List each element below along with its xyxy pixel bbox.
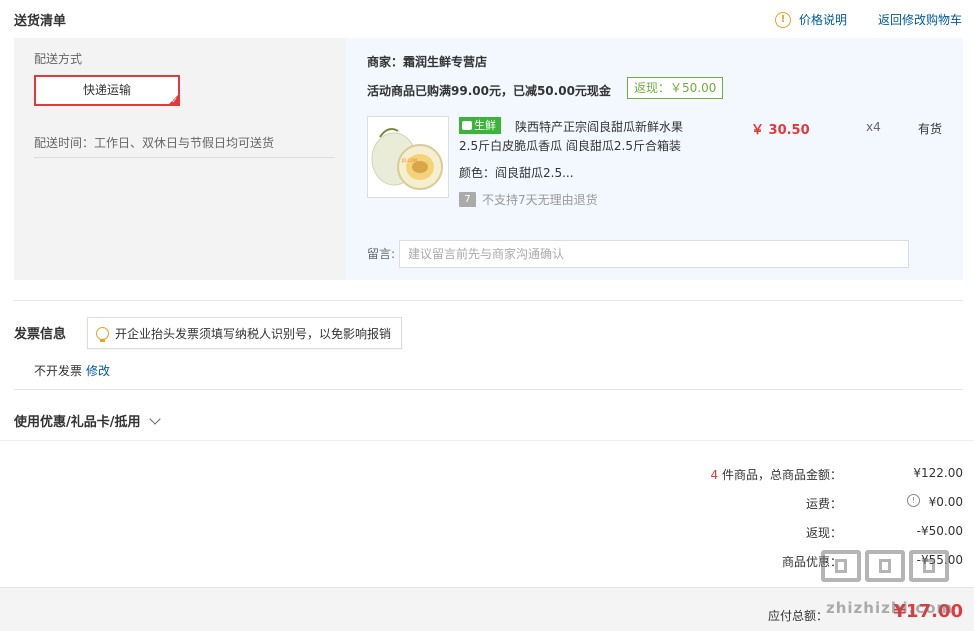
watermark-glyph	[909, 550, 949, 582]
product-name-line2[interactable]: 2.5斤白皮脆瓜香瓜 阎良甜瓜2.5斤合箱装	[459, 137, 681, 154]
shipping-panel: 配送方式 快递运输 ✓ 配送时间：工作日、双休日与节假日均可送货	[14, 38, 345, 280]
price-info-link[interactable]: ! 价格说明	[775, 11, 847, 28]
check-icon: ✓	[171, 96, 178, 105]
product-quantity: x4	[866, 120, 881, 134]
goods-total-label-text: 件商品，总商品金额：	[718, 468, 842, 482]
coupon-label: 使用优惠/礼品卡/抵用	[14, 415, 141, 430]
no-return-notice: 7 不支持7天无理由退货	[459, 191, 598, 208]
watermark-logo	[821, 550, 949, 582]
invoice-tip-text: 开企业抬头发票须填写纳税人识别号，以免影响报销	[115, 326, 392, 341]
promotion-text: 活动商品已购满99.00元，已减50.00元现金	[367, 84, 611, 98]
fresh-badge-label: 生鲜	[474, 119, 496, 132]
melon-image-icon: JD.COM	[368, 117, 448, 197]
info-icon[interactable]: !	[907, 494, 920, 507]
cashback-label: 返现：	[805, 526, 842, 540]
invoice-tip: 开企业抬头发票须填写纳税人识别号，以免影响报销	[87, 317, 403, 349]
chevron-down-icon	[148, 412, 161, 425]
goods-total-value: ¥122.00	[913, 466, 963, 480]
rebate-badge: 返现：￥50.00	[627, 77, 724, 99]
merchant-name: 商家：霜润生鲜专营店	[367, 55, 488, 69]
coupon-toggle[interactable]: 使用优惠/礼品卡/抵用	[14, 411, 161, 430]
fresh-badge: 生鲜	[459, 117, 501, 134]
no-return-icon: 7	[459, 192, 476, 207]
stock-status: 有货	[918, 122, 943, 136]
watermark-text: zhizhizhi.com	[826, 599, 954, 617]
shipping-method-label: 快递运输	[82, 83, 131, 97]
product-image[interactable]: JD.COM	[367, 116, 449, 198]
store-panel: 商家：霜润生鲜专营店 活动商品已购满99.00元，已减50.00元现金 返现：￥…	[345, 38, 963, 280]
payable-label: 应付总额：	[767, 609, 828, 623]
price-info-label: 价格说明	[799, 13, 848, 27]
product-color: 颜色：阎良甜瓜2.5...	[459, 166, 574, 180]
page-title: 送货清单	[14, 14, 67, 29]
delivery-time: 配送时间：工作日、双休日与节假日均可送货	[34, 136, 275, 150]
product-name-line1[interactable]: 陕西特产正宗阎良甜瓜新鲜水果	[515, 118, 683, 135]
shipping-fee-value: ¥0.00	[928, 495, 963, 509]
back-to-cart-link[interactable]: 返回修改购物车	[878, 11, 962, 28]
shipping-method-option[interactable]: 快递运输 ✓	[34, 75, 180, 106]
lightbulb-icon	[96, 326, 109, 342]
cashback-value: -¥50.00	[916, 524, 963, 538]
shipping-label: 配送方式	[34, 52, 83, 66]
note-input[interactable]	[399, 240, 909, 268]
invoice-edit-link[interactable]: 修改	[86, 362, 110, 379]
divider	[0, 440, 974, 441]
no-return-label: 不支持7天无理由退货	[482, 193, 598, 207]
invoice-title: 发票信息	[14, 327, 67, 342]
invoice-value: 不开发票	[34, 364, 83, 378]
svg-text:JD.COM: JD.COM	[401, 158, 417, 163]
product-price: ￥ 30.50	[751, 123, 810, 138]
goods-total-label: 4 件商品，总商品金额：	[711, 466, 842, 483]
note-label: 留言:	[367, 247, 396, 261]
divider	[34, 157, 335, 158]
fresh-icon	[462, 121, 472, 130]
watermark-glyph	[865, 550, 905, 582]
divider	[14, 389, 963, 390]
watermark-glyph	[821, 550, 861, 582]
info-icon: !	[775, 11, 791, 28]
divider	[14, 300, 963, 301]
shipping-fee-label: 运费：	[805, 497, 842, 511]
